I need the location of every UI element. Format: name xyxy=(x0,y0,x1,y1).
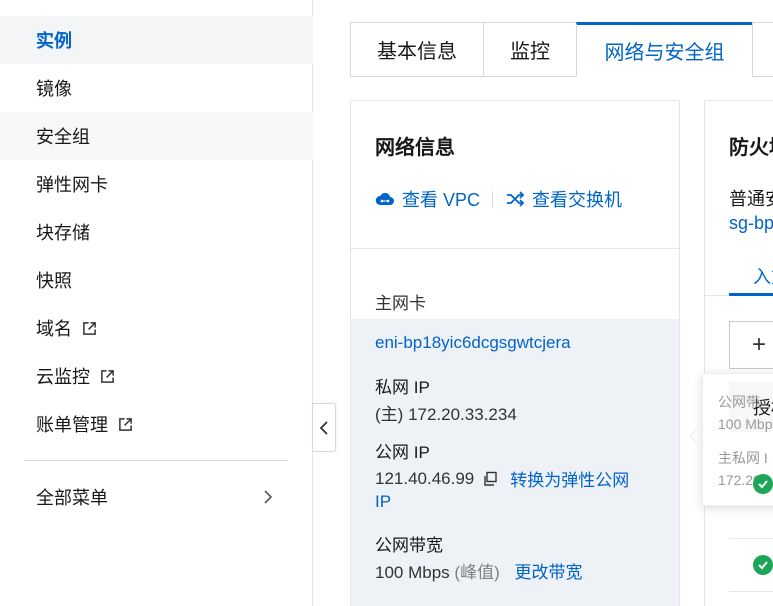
sidebar-item-security-groups[interactable]: 安全组 xyxy=(0,112,313,160)
tab-basic-info[interactable]: 基本信息 xyxy=(350,22,483,77)
tab-network-security[interactable]: 网络与安全组 xyxy=(576,22,752,77)
add-rule-button[interactable]: + xyxy=(729,321,773,369)
private-ip-label: 私网 IP xyxy=(375,378,430,397)
security-group-link[interactable]: sg-bp xyxy=(729,213,773,234)
external-link-icon xyxy=(119,417,132,431)
private-ip-value: (主) 172.20.33.234 xyxy=(375,400,517,425)
bandwidth-value-row: 100 Mbps (峰值) 更改带宽 xyxy=(375,558,582,583)
popover-line: 100 Mbp xyxy=(718,416,773,432)
public-ip-value: 121.40.46.99 转换为弹性公网 xyxy=(375,466,629,491)
network-info-card: 网络信息 查看 VPC 查看交换机 主网卡 eni-bp18yic6dcgsgw… xyxy=(350,100,680,606)
sidebar-item-label: 快照 xyxy=(36,271,72,291)
card-separator xyxy=(351,248,679,249)
tab-label: 网络与安全组 xyxy=(604,42,725,64)
sidebar-collapse-button[interactable] xyxy=(312,403,336,452)
bandwidth-value: 100 Mbps xyxy=(375,563,450,582)
sidebar-item-snapshots[interactable]: 快照 xyxy=(0,256,313,304)
convert-eip-link[interactable]: 转换为弹性公网 xyxy=(510,466,629,491)
rule-row-divider xyxy=(729,591,773,592)
sidebar-item-label: 账单管理 xyxy=(36,415,108,435)
popover: 授权 公网带 100 Mbp 主私网 I 172.20. xyxy=(702,373,773,506)
sidebar-item-eni[interactable]: 弹性网卡 xyxy=(0,160,313,208)
tab-inbound[interactable]: 入方 xyxy=(753,263,773,289)
firewall-card: 防火墙 普通安 sg-bp 入方 + xyxy=(704,100,773,606)
sidebar-divider xyxy=(24,460,288,461)
change-bandwidth-link[interactable]: 更改带宽 xyxy=(514,563,582,582)
check-circle-icon xyxy=(753,474,773,494)
sidebar: 实例 镜像 安全组 弹性网卡 块存储 快照 域名 云监控 账单管理 全部菜单 xyxy=(0,0,313,606)
sidebar-item-label: 云监控 xyxy=(36,367,90,387)
sidebar-item-cloud-monitor[interactable]: 云监控 xyxy=(0,352,313,400)
copy-icon[interactable] xyxy=(482,471,498,487)
chevron-left-icon xyxy=(319,420,328,435)
plus-icon: + xyxy=(752,331,767,358)
sidebar-item-instances[interactable]: 实例 xyxy=(0,16,313,64)
sidebar-item-domains[interactable]: 域名 xyxy=(0,304,313,352)
public-ip-address: 121.40.46.99 xyxy=(375,468,475,488)
cloud-icon xyxy=(375,192,394,205)
sidebar-item-all-menu[interactable]: 全部菜单 xyxy=(0,473,313,521)
bandwidth-peak: (峰值) xyxy=(454,563,500,582)
view-switch-link[interactable]: 查看交换机 xyxy=(505,186,622,212)
sidebar-item-label: 安全组 xyxy=(36,127,90,147)
switch-icon xyxy=(507,191,525,207)
active-tab-indicator xyxy=(729,293,773,296)
view-switch-label: 查看交换机 xyxy=(532,190,623,210)
sidebar-item-billing[interactable]: 账单管理 xyxy=(0,400,313,448)
sidebar-item-label: 弹性网卡 xyxy=(36,175,108,195)
card-title: 网络信息 xyxy=(375,137,455,159)
detail-tabs: 基本信息 监控 网络与安全组 xyxy=(350,22,773,77)
network-links: 查看 VPC 查看交换机 xyxy=(375,186,622,212)
tab-overflow xyxy=(752,22,773,77)
sidebar-item-label: 实例 xyxy=(36,31,72,51)
convert-eip-link-cont[interactable]: IP xyxy=(375,492,391,512)
view-vpc-label: 查看 VPC xyxy=(402,190,481,210)
link-separator xyxy=(492,191,494,207)
external-link-icon xyxy=(101,369,114,383)
tab-monitoring[interactable]: 监控 xyxy=(483,22,576,77)
private-ip-address: 172.20.33.234 xyxy=(408,405,517,424)
firewall-title: 防火墙 xyxy=(729,137,773,159)
popover-line: 主私网 I xyxy=(718,450,768,466)
bandwidth-label: 公网带宽 xyxy=(375,536,443,555)
check-circle-icon xyxy=(753,555,773,575)
security-group-text: 普通安 xyxy=(729,189,773,209)
sidebar-item-images[interactable]: 镜像 xyxy=(0,64,313,112)
sidebar-item-label: 全部菜单 xyxy=(36,488,108,508)
tab-label: 基本信息 xyxy=(377,41,457,63)
popover-line: 公网带 xyxy=(718,394,760,410)
primary-eni-label: 主网卡 xyxy=(375,294,426,313)
view-vpc-link[interactable]: 查看 VPC xyxy=(375,186,480,212)
public-ip-label: 公网 IP xyxy=(375,443,430,462)
sidebar-item-label: 域名 xyxy=(36,319,72,339)
eni-id-link[interactable]: eni-bp18yic6dcgsgwtcjera xyxy=(375,333,571,353)
chevron-right-icon xyxy=(264,490,273,504)
private-ip-prefix: (主) xyxy=(375,405,404,424)
sidebar-item-label: 块存储 xyxy=(36,223,90,243)
sidebar-item-label: 镜像 xyxy=(36,79,72,99)
sidebar-item-block-storage[interactable]: 块存储 xyxy=(0,208,313,256)
rule-row-divider xyxy=(729,538,773,539)
tab-label: 监控 xyxy=(510,41,550,63)
external-link-icon xyxy=(83,321,96,335)
